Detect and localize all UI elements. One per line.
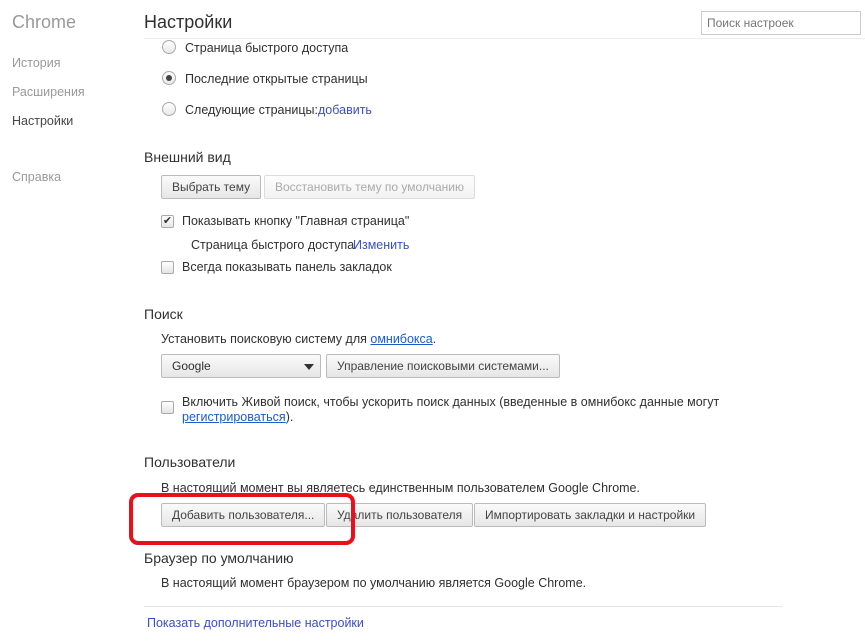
instant-label: Включить Живой поиск, чтобы ускорить пои… — [182, 395, 720, 409]
reset-theme-button[interactable]: Восстановить тему по умолчанию — [264, 175, 475, 199]
section-title-default-browser: Браузер по умолчанию — [144, 550, 294, 566]
instant-link[interactable]: регистрироваться — [182, 410, 286, 424]
radio-label: Последние открытые страницы — [185, 72, 368, 86]
dropdown-arrow-icon — [304, 364, 314, 370]
highlight-annotation — [129, 493, 355, 545]
add-pages-link[interactable]: добавить — [318, 103, 372, 117]
home-page-value: Страница быстрого доступа — [191, 238, 355, 252]
search-desc-text: Установить поисковую систему для — [161, 332, 371, 346]
checkbox-label: Всегда показывать панель закладок — [182, 260, 392, 274]
show-home-checkbox[interactable]: ✔ — [161, 215, 174, 228]
sidebar-item-extensions[interactable]: Расширения — [12, 85, 85, 99]
section-title-users: Пользователи — [144, 454, 236, 470]
import-bookmarks-button[interactable]: Импортировать закладки и настройки — [474, 503, 707, 527]
advanced-settings-link[interactable]: Показать дополнительные настройки — [147, 616, 364, 630]
search-desc-end: . — [432, 332, 437, 346]
default-browser-desc: В настоящий момент браузером по умолчани… — [161, 576, 587, 590]
sidebar-item-help[interactable]: Справка — [12, 170, 61, 184]
section-title-search: Поиск — [144, 306, 183, 322]
search-engine-select[interactable]: Google — [161, 354, 321, 378]
change-home-link[interactable]: Изменить — [353, 238, 409, 252]
show-bookmarks-checkbox[interactable] — [161, 261, 174, 274]
instant-end: ). — [285, 410, 294, 424]
radio-new-tab[interactable] — [162, 40, 176, 54]
radio-restore[interactable] — [162, 71, 176, 85]
checkmark-icon: ✔ — [162, 215, 173, 227]
select-value: Google — [172, 359, 211, 373]
sidebar-item-history[interactable]: История — [12, 56, 60, 70]
instant-checkbox[interactable] — [161, 401, 174, 414]
checkbox-label: Показывать кнопку "Главная страница" — [182, 214, 410, 228]
radio-label: Следующие страницы: — [185, 103, 318, 117]
instant-label-2: регистрироваться). — [182, 410, 293, 424]
page-title: Настройки — [144, 12, 233, 32]
section-title-appearance: Внешний вид — [144, 149, 231, 165]
search-input[interactable] — [701, 11, 861, 35]
manage-search-engines-button[interactable]: Управление поисковыми системами... — [326, 354, 560, 378]
choose-theme-button[interactable]: Выбрать тему — [161, 175, 262, 199]
divider — [144, 606, 782, 607]
radio-pages[interactable] — [162, 102, 176, 116]
sidebar-item-settings[interactable]: Настройки — [12, 114, 73, 128]
divider — [144, 38, 865, 39]
radio-label: Страница быстрого доступа — [185, 41, 349, 55]
brand: Chrome — [12, 12, 77, 32]
omnibox-link[interactable]: омнибокса — [370, 332, 432, 346]
search-desc: Установить поисковую систему для омнибок… — [161, 332, 436, 346]
